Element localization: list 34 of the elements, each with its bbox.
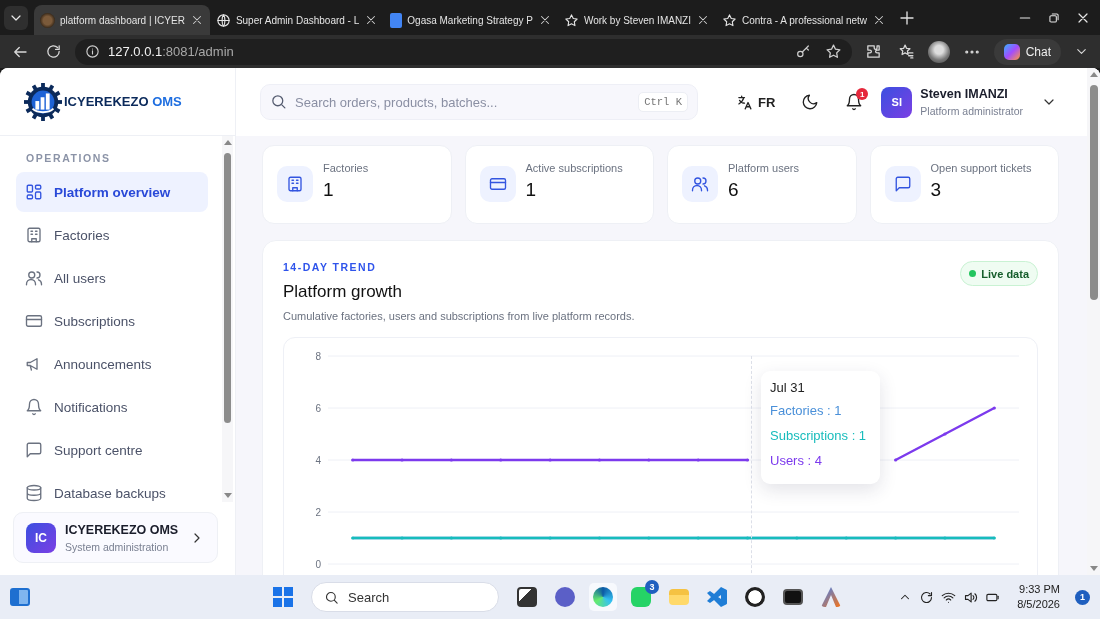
stat-label: Active subscriptions [525, 162, 623, 174]
count-badge: 3 [645, 580, 659, 594]
section-heading: OPERATIONS [26, 152, 112, 164]
tooltip-value: Factories : 1 [770, 403, 843, 418]
tooltip-title: Jul 31 [770, 380, 806, 395]
tooltip-value: Subscriptions : 1 [770, 428, 868, 443]
axis-label: 0 [315, 558, 321, 570]
time-text: 9:33 PM [1018, 582, 1060, 597]
shortcut-hint: Ctrl K [638, 92, 688, 112]
stat-value: 1 [525, 179, 538, 201]
user-role: Platform administrator [920, 105, 1023, 117]
user-name: Steven IMANZI [920, 87, 1009, 101]
stat-value: 6 [728, 179, 740, 201]
stat-value: 3 [930, 179, 943, 201]
axis-label: 2 [315, 506, 321, 518]
stat-label: Factories [323, 162, 369, 174]
stat-label: Open support tickets [930, 162, 1032, 174]
axis-label: 6 [315, 402, 321, 414]
axis-label: 4 [315, 454, 321, 466]
brand-name: ICYEREKEZO OMS [64, 94, 182, 109]
workspace-name: ICYEREKEZO OMS [65, 522, 180, 537]
notification-badge: 1 [856, 88, 869, 100]
url-text: 127.0.0.1:8081/admin [108, 44, 234, 59]
date-text: 8/5/2026 [1017, 597, 1060, 612]
stat-label: Platform users [728, 162, 799, 174]
eyebrow-label: 14-DAY TREND [283, 261, 378, 273]
workspace-subtitle: System administration [65, 540, 170, 553]
status-badge: Live data [960, 261, 1038, 286]
tooltip-value: Users : 4 [770, 453, 823, 468]
chart-subtitle: Cumulative factories, users and subscriptions from live platform records. [283, 310, 635, 322]
chart-title: Platform growth [283, 282, 404, 302]
avatar: IC [26, 522, 56, 553]
axis-label: 8 [315, 350, 321, 362]
stat-value: 1 [323, 179, 335, 201]
